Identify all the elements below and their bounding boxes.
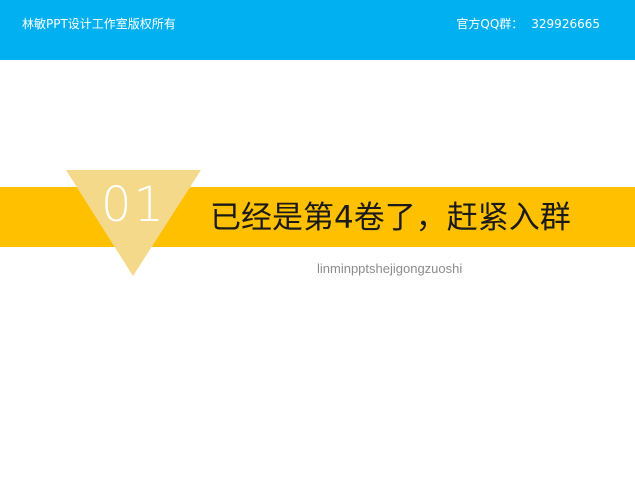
qq-group-info: 官方QQ群： 329926665 (456, 16, 600, 32)
copyright-text: 林敏PPT设计工作室版权所有 (22, 17, 176, 31)
top-bar: 林敏PPT设计工作室版权所有 官方QQ群： 329926665 (0, 0, 635, 60)
section-title: 已经是第4卷了，赶紧入群 (210, 200, 571, 236)
qq-group-label: 官方QQ群： (456, 17, 524, 31)
section-subtitle: linminpptshejigongzuoshi (317, 261, 463, 276)
section-number: 01 (100, 177, 167, 233)
qq-group-number: 329926665 (531, 17, 600, 31)
